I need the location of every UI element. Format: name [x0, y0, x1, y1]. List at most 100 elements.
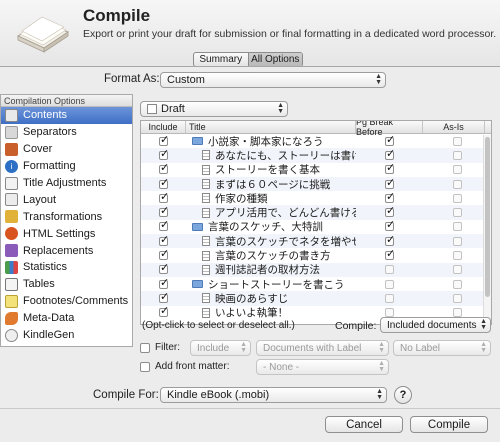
table-row[interactable]: 小説家・脚本家になろう	[141, 133, 491, 148]
as-is-checkbox[interactable]	[452, 208, 462, 218]
include-checkbox[interactable]	[159, 176, 169, 189]
pg-break-checkbox[interactable]	[385, 233, 395, 246]
folder-icon	[192, 280, 203, 289]
sidebar-item-statistics[interactable]: Statistics	[1, 259, 132, 276]
filter-value-popup[interactable]: No Label ▲ ▼	[393, 340, 491, 356]
include-checkbox[interactable]	[159, 261, 169, 275]
compile-button[interactable]: Compile	[410, 416, 488, 433]
sidebar-item-tables[interactable]: Tables	[1, 276, 132, 293]
title-cell: 言葉のスケッチの書き方	[186, 248, 356, 263]
cancel-button[interactable]: Cancel	[325, 416, 403, 433]
as-is-checkbox[interactable]	[452, 265, 462, 275]
as-is-checkbox[interactable]	[452, 193, 462, 203]
include-checkbox[interactable]	[159, 304, 169, 318]
document-icon	[202, 164, 210, 175]
table-row[interactable]: アプリ活用で、どんどん書ける！	[141, 204, 491, 220]
filter-mode-popup[interactable]: Include ▲ ▼	[190, 340, 251, 356]
front-matter-popup[interactable]: - None - ▲ ▼	[256, 359, 389, 375]
sidebar-item-contents[interactable]: Contents	[1, 107, 132, 124]
column-header-as-is[interactable]: As-Is	[423, 121, 485, 133]
as-is-checkbox[interactable]	[452, 136, 462, 146]
table-row[interactable]: 映画のあらすじ	[141, 290, 491, 306]
include-checkbox[interactable]	[159, 147, 169, 160]
scrollbar-thumb[interactable]	[485, 137, 490, 297]
include-checkbox[interactable]	[159, 247, 169, 261]
pg-break-checkbox[interactable]	[385, 247, 395, 261]
include-checkbox[interactable]	[159, 133, 169, 146]
include-checkbox[interactable]	[159, 233, 169, 246]
sidebar-item-title-adjustments[interactable]: Title Adjustments	[1, 175, 132, 192]
table-row[interactable]: 週刊誌記者の取材方法	[141, 261, 491, 277]
as-is-checkbox[interactable]	[452, 251, 462, 261]
title-cell: あなたにも、ストーリーは書け…	[186, 148, 356, 163]
pg-break-checkbox[interactable]	[385, 204, 395, 218]
include-checkbox[interactable]	[159, 276, 169, 289]
popup-arrows-icon: ▲ ▼	[480, 318, 487, 331]
table-scrollbar[interactable]	[483, 135, 491, 324]
compile-scope-popup[interactable]: Included documents ▲ ▼	[380, 317, 491, 333]
as-is-cell	[423, 193, 491, 203]
include-checkbox[interactable]	[159, 290, 169, 303]
as-is-checkbox[interactable]	[452, 293, 462, 303]
sidebar-item-label: Statistics	[23, 261, 68, 274]
include-checkbox[interactable]	[159, 204, 169, 218]
sidebar-item-replacements[interactable]: Replacements	[1, 242, 132, 259]
sidebar-item-kindlegen[interactable]: KindleGen	[1, 327, 132, 344]
sidebar-item-cover[interactable]: Cover	[1, 141, 132, 158]
help-button[interactable]: ?	[394, 386, 412, 404]
sidebar-item-separators[interactable]: Separators	[1, 124, 132, 141]
column-header-include[interactable]: Include	[141, 121, 186, 133]
tab-summary[interactable]: Summary	[194, 53, 249, 66]
as-is-cell	[423, 251, 491, 261]
table-row[interactable]: あなたにも、ストーリーは書け…	[141, 147, 491, 163]
format-as-popup[interactable]: Custom ▲ ▼	[160, 72, 386, 88]
filter-checkbox[interactable]	[140, 343, 150, 353]
pg-break-checkbox[interactable]	[385, 133, 395, 146]
sidebar-item-transformations[interactable]: Transformations	[1, 208, 132, 225]
filter-criteria-value: Documents with Label	[263, 342, 362, 354]
table-row[interactable]: 作家の種類	[141, 190, 491, 205]
sidebar-item-label: Contents	[23, 109, 68, 122]
as-is-checkbox[interactable]	[452, 150, 462, 160]
as-is-checkbox[interactable]	[452, 179, 462, 189]
table-row[interactable]: 言葉のスケッチでネタを増やせ！	[141, 233, 491, 249]
table-row[interactable]: まずは６０ページに挑戦	[141, 176, 491, 192]
table-row[interactable]: 言葉のスケッチの書き方	[141, 247, 491, 263]
pg-break-checkbox[interactable]	[385, 176, 395, 189]
as-is-cell	[423, 293, 491, 303]
column-header-title[interactable]: Title	[186, 121, 356, 133]
front-matter-checkbox[interactable]	[140, 362, 150, 372]
column-header-pg-break[interactable]: Pg Break Before	[356, 121, 423, 137]
pg-break-checkbox[interactable]	[385, 147, 395, 160]
pg-break-checkbox[interactable]	[385, 279, 394, 289]
pg-break-checkbox[interactable]	[385, 218, 395, 232]
meta-data-icon	[5, 311, 18, 325]
tab-all-options[interactable]: All Options	[248, 53, 302, 66]
sidebar-item-footnotes-comments[interactable]: Footnotes/Comments	[1, 293, 132, 310]
sidebar-item-html-settings[interactable]: HTML Settings	[1, 225, 132, 242]
as-is-checkbox[interactable]	[452, 236, 462, 246]
sidebar-item-formatting[interactable]: i Formatting	[1, 158, 132, 175]
pg-break-checkbox[interactable]	[385, 190, 395, 203]
as-is-checkbox[interactable]	[452, 165, 462, 175]
pg-break-checkbox[interactable]	[385, 308, 394, 318]
as-is-checkbox[interactable]	[452, 279, 462, 289]
sidebar-item-meta-data[interactable]: Meta-Data	[1, 310, 132, 327]
include-checkbox[interactable]	[159, 161, 169, 175]
table-row[interactable]: ショートストーリーを書こう	[141, 276, 491, 291]
filter-criteria-popup[interactable]: Documents with Label ▲ ▼	[256, 340, 389, 356]
table-row[interactable]: ストーリーを書く基本	[141, 161, 491, 177]
compile-for-popup[interactable]: Kindle eBook (.mobi) ▲ ▼	[160, 387, 387, 403]
include-cell	[141, 233, 186, 246]
include-checkbox[interactable]	[159, 190, 169, 203]
separators-icon	[5, 125, 18, 139]
draft-folder-popup[interactable]: Draft ▲ ▼	[140, 101, 288, 117]
as-is-checkbox[interactable]	[452, 308, 462, 318]
pg-break-checkbox[interactable]	[385, 265, 394, 275]
pg-break-checkbox[interactable]	[385, 293, 394, 303]
pg-break-checkbox[interactable]	[385, 161, 395, 175]
table-row[interactable]: 言葉のスケッチ、大特訓	[141, 218, 491, 234]
include-checkbox[interactable]	[159, 218, 169, 232]
as-is-checkbox[interactable]	[452, 222, 462, 232]
sidebar-item-layout[interactable]: Layout	[1, 191, 132, 208]
